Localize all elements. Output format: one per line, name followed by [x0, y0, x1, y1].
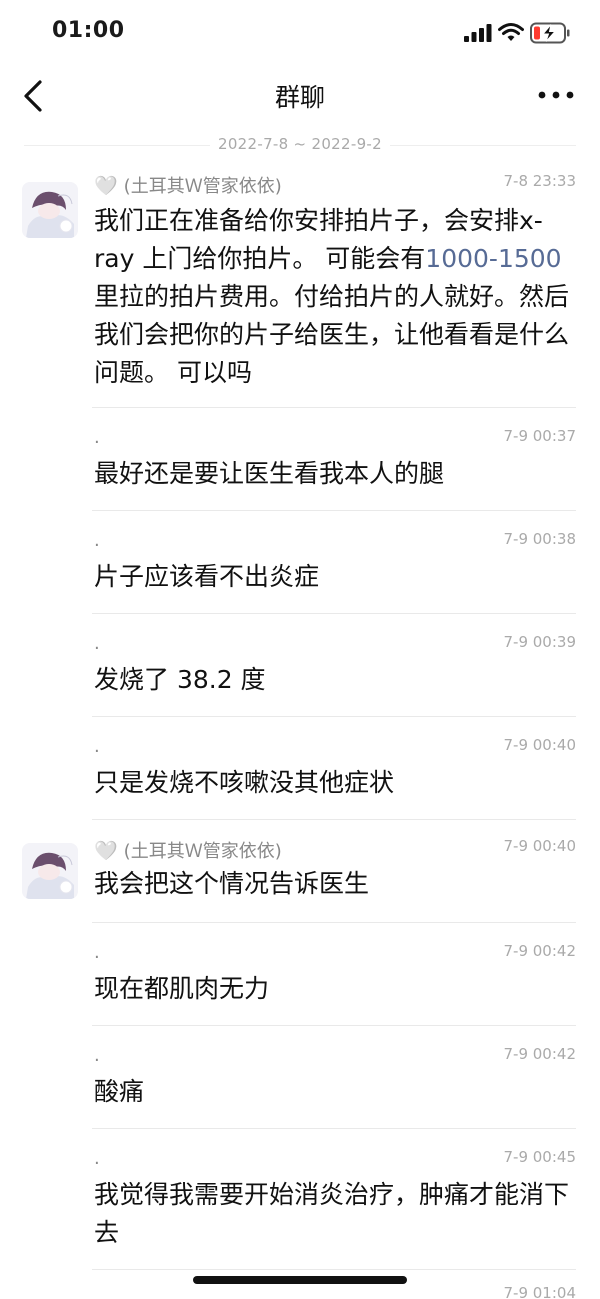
message-text: 现在都肌肉无力 [94, 974, 270, 1003]
amount-link[interactable]: 1000-1500 [425, 244, 561, 273]
message-item[interactable]: . 7-9 00:42 现在都肌肉无力 [0, 940, 600, 1025]
heart-icon: 🤍 [94, 840, 118, 862]
message-text: 发烧了 38.2 度 [94, 665, 266, 694]
message-time: 7-8 23:33 [503, 172, 577, 190]
sender-name: . [94, 736, 100, 757]
sender-name: . [94, 1148, 100, 1169]
status-bar: 01:00 [0, 0, 600, 62]
message-time: 7-9 00:40 [503, 736, 577, 754]
message-time: 7-9 00:45 [503, 1148, 577, 1166]
message-item[interactable]: 🤍 (土耳其Ｗ管家依依) 7-8 23:33 我们正在准备给你安排拍片子，会安排x… [0, 170, 600, 410]
page-title: 群聊 [274, 83, 325, 112]
battery-charging-icon [530, 22, 570, 44]
message-item[interactable]: . 7-9 00:45 我觉得我需要开始消炎治疗，肿痛才能消下去 [0, 1146, 600, 1266]
message-item[interactable]: . 7-9 00:42 酸痛 [0, 1043, 600, 1128]
divider [92, 819, 576, 820]
sender-name: . [94, 530, 100, 551]
message-text: 酸痛 [94, 1077, 145, 1106]
signal-icon [464, 24, 492, 42]
divider [92, 510, 576, 511]
more-icon[interactable] [536, 88, 576, 102]
message-time: 7-9 01:04 [503, 1284, 577, 1299]
message-text: 我们正在准备给你安排拍片子，会安排x-ray 上门给你拍片。 可能会有1000-… [94, 206, 570, 387]
message-text: 片子应该看不出炎症 [94, 562, 320, 591]
message-time: 7-9 00:40 [503, 837, 577, 855]
message-item[interactable]: . 7-9 00:39 发烧了 38.2 度 [0, 631, 600, 716]
sender-name: 🤍 (土耳其Ｗ管家依依) [94, 175, 282, 197]
message-item[interactable]: 🤍 (土耳其Ｗ管家依依) 7-9 00:40 我会把这个情况告诉医生 [0, 837, 600, 922]
home-indicator[interactable] [193, 1276, 407, 1284]
message-time: 7-9 00:42 [503, 1045, 577, 1063]
divider [92, 407, 576, 408]
message-text: 我会把这个情况告诉医生 [94, 869, 370, 898]
message-time: 7-9 00:37 [503, 427, 577, 445]
divider [92, 1128, 576, 1129]
message-item[interactable]: . 7-9 00:37 最好还是要让医生看我本人的腿 [0, 425, 600, 510]
message-text: 我觉得我需要开始消炎治疗，肿痛才能消下去 [94, 1180, 570, 1247]
sender-name: . [94, 427, 100, 448]
navigation-bar: 群聊 [0, 62, 600, 130]
avatar-icon[interactable] [22, 843, 78, 899]
heart-icon: 🤍 [94, 175, 118, 197]
message-time: 7-9 00:39 [503, 633, 577, 651]
message-item[interactable]: . 7-9 00:40 只是发烧不咳嗽没其他症状 [0, 734, 600, 819]
sender-name: . [94, 1045, 100, 1066]
divider [92, 716, 576, 717]
message-time: 7-9 00:38 [503, 530, 577, 548]
message-text: 只是发烧不咳嗽没其他症状 [94, 768, 395, 797]
sender-name: 🤍 (土耳其Ｗ管家依依) [94, 840, 282, 862]
wifi-icon [498, 23, 524, 41]
message-time: 7-9 00:42 [503, 942, 577, 960]
divider [92, 613, 576, 614]
message-item[interactable]: . 7-9 00:38 片子应该看不出炎症 [0, 528, 600, 613]
avatar-icon[interactable] [22, 182, 78, 238]
sender-name: . [94, 633, 100, 654]
divider [92, 1269, 576, 1270]
sender-name: . [94, 942, 100, 963]
date-range: 2022-7-8 ~ 2022-9-2 [218, 135, 382, 153]
divider [92, 922, 576, 923]
message-item[interactable]: 7-9 01:04 [0, 1284, 600, 1299]
divider [92, 1025, 576, 1026]
status-time: 01:00 [52, 18, 125, 43]
message-text: 最好还是要让医生看我本人的腿 [94, 459, 445, 488]
